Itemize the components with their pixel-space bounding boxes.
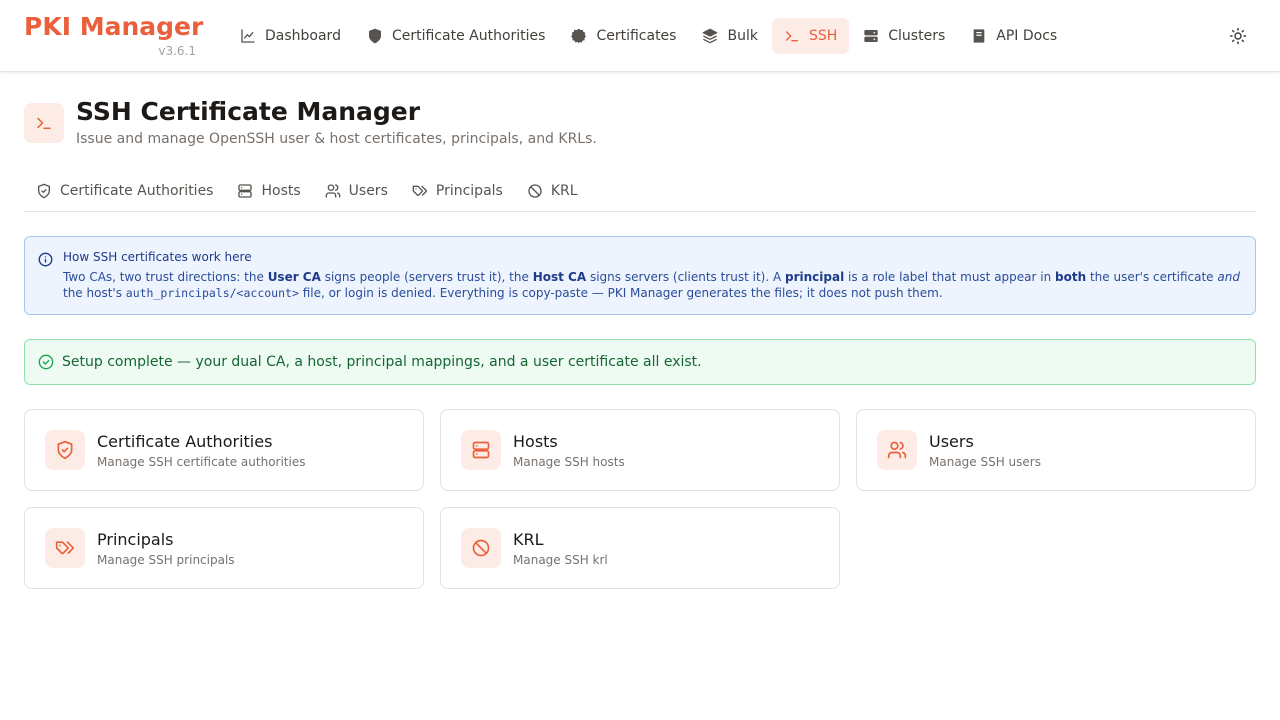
card-krl[interactable]: KRL Manage SSH krl <box>440 507 840 589</box>
info-text: the user's certificate <box>1086 270 1218 284</box>
tab-label: Certificate Authorities <box>60 183 214 199</box>
card-description: Manage SSH hosts <box>513 455 625 469</box>
nav-certificate-authorities[interactable]: Certificate Authorities <box>355 18 557 54</box>
page-title: SSH Certificate Manager <box>76 97 421 126</box>
brand[interactable]: PKI Manager v3.6.1 <box>24 12 203 58</box>
info-code: auth_principals/<account> <box>125 286 299 300</box>
nav-clusters[interactable]: Clusters <box>851 18 957 54</box>
ban-icon <box>472 539 490 557</box>
info-text: file, or login is denied. Everything is … <box>298 286 943 300</box>
nav-label: Certificate Authorities <box>391 28 546 44</box>
nav-bulk[interactable]: Bulk <box>690 18 769 54</box>
nav-label: Certificates <box>596 28 677 44</box>
nav-label: SSH <box>808 28 838 44</box>
chart-line-icon <box>241 29 255 43</box>
shield-check-icon <box>38 183 50 199</box>
info-callout: How SSH certificates work here Two CAs, … <box>24 236 1256 315</box>
ban-icon <box>528 184 542 198</box>
theme-toggle-button[interactable] <box>1222 20 1254 52</box>
info-strong: Host CA <box>532 270 587 284</box>
tab-krl[interactable]: KRL <box>515 172 590 210</box>
info-emphasis: and <box>1217 270 1240 284</box>
tab-principals[interactable]: Principals <box>400 172 515 210</box>
server-icon <box>238 184 253 198</box>
success-message: Setup complete — your dual CA, a host, p… <box>62 354 702 370</box>
card-hosts[interactable]: Hosts Manage SSH hosts <box>440 409 840 491</box>
book-icon <box>973 29 985 43</box>
card-description: Manage SSH krl <box>513 553 608 567</box>
page-subtitle: Issue and manage OpenSSH user & host cer… <box>76 131 597 147</box>
layers-icon <box>703 28 718 44</box>
shield-check-icon <box>57 440 73 460</box>
info-icon <box>38 252 53 267</box>
nav-certificates[interactable]: Certificates <box>559 18 688 54</box>
terminal-icon <box>785 31 798 42</box>
card-title: Hosts <box>513 432 558 451</box>
info-strong: User CA <box>267 270 321 284</box>
users-icon <box>325 184 340 198</box>
badge-icon <box>571 28 587 44</box>
card-icon-wrap <box>877 430 917 470</box>
users-icon <box>887 441 907 459</box>
card-certificate-authorities[interactable]: Certificate Authorities Manage SSH certi… <box>24 409 424 491</box>
terminal-icon <box>37 117 51 129</box>
card-users[interactable]: Users Manage SSH users <box>856 409 1256 491</box>
info-text: the host's <box>63 286 126 300</box>
server-icon <box>472 441 490 459</box>
card-principals[interactable]: Principals Manage SSH principals <box>24 507 424 589</box>
success-callout: Setup complete — your dual CA, a host, p… <box>24 339 1256 385</box>
top-navbar: PKI Manager v3.6.1 Dashboard Certificate… <box>0 0 1280 72</box>
tags-icon <box>412 185 427 197</box>
card-icon-wrap <box>461 430 501 470</box>
tab-label: Users <box>348 183 388 199</box>
nav-label: Clusters <box>888 28 946 44</box>
info-strong: principal <box>784 270 845 284</box>
app-version: v3.6.1 <box>158 44 196 58</box>
page-icon <box>24 103 64 143</box>
tab-certificate-authorities[interactable]: Certificate Authorities <box>24 172 225 210</box>
card-icon-wrap <box>45 528 85 568</box>
card-description: Manage SSH principals <box>97 553 235 567</box>
main-nav: Dashboard Certificate Authorities Certif… <box>228 18 1069 54</box>
tab-users[interactable]: Users <box>313 172 400 210</box>
card-title: KRL <box>513 530 544 549</box>
info-title: How SSH certificates work here <box>63 250 252 264</box>
card-icon-wrap <box>45 430 85 470</box>
info-text: signs people (servers trust it), the <box>320 270 533 284</box>
tab-label: Hosts <box>261 183 301 199</box>
info-body: Two CAs, two trust directions: the User … <box>63 269 1247 301</box>
nav-api-docs[interactable]: API Docs <box>959 18 1069 54</box>
card-icon-wrap <box>461 528 501 568</box>
tab-label: KRL <box>550 183 578 199</box>
nav-dashboard[interactable]: Dashboard <box>228 18 353 54</box>
tags-icon <box>55 541 74 555</box>
info-text: is a role label that must appear in <box>844 270 1056 284</box>
sun-icon <box>1229 27 1247 45</box>
server-icon <box>864 30 878 42</box>
check-circle-icon <box>38 354 54 370</box>
app-title[interactable]: PKI Manager <box>24 12 203 42</box>
card-description: Manage SSH certificate authorities <box>97 455 306 469</box>
card-title: Principals <box>97 530 174 549</box>
nav-label: API Docs <box>996 28 1058 44</box>
tab-label: Principals <box>435 183 503 199</box>
card-description: Manage SSH users <box>929 455 1041 469</box>
nav-label: Bulk <box>727 28 758 44</box>
tab-hosts[interactable]: Hosts <box>225 172 312 210</box>
info-text: signs servers (clients trust it). A <box>586 270 785 284</box>
info-text: Two CAs, two trust directions: the <box>63 270 268 284</box>
shield-icon <box>368 28 381 44</box>
nav-label: Dashboard <box>265 28 341 44</box>
card-title: Certificate Authorities <box>97 432 273 451</box>
nav-ssh[interactable]: SSH <box>771 18 850 54</box>
info-strong: both <box>1055 270 1087 284</box>
card-title: Users <box>929 432 974 451</box>
ssh-tabs: Certificate Authorities Hosts Users Prin… <box>24 172 1256 212</box>
